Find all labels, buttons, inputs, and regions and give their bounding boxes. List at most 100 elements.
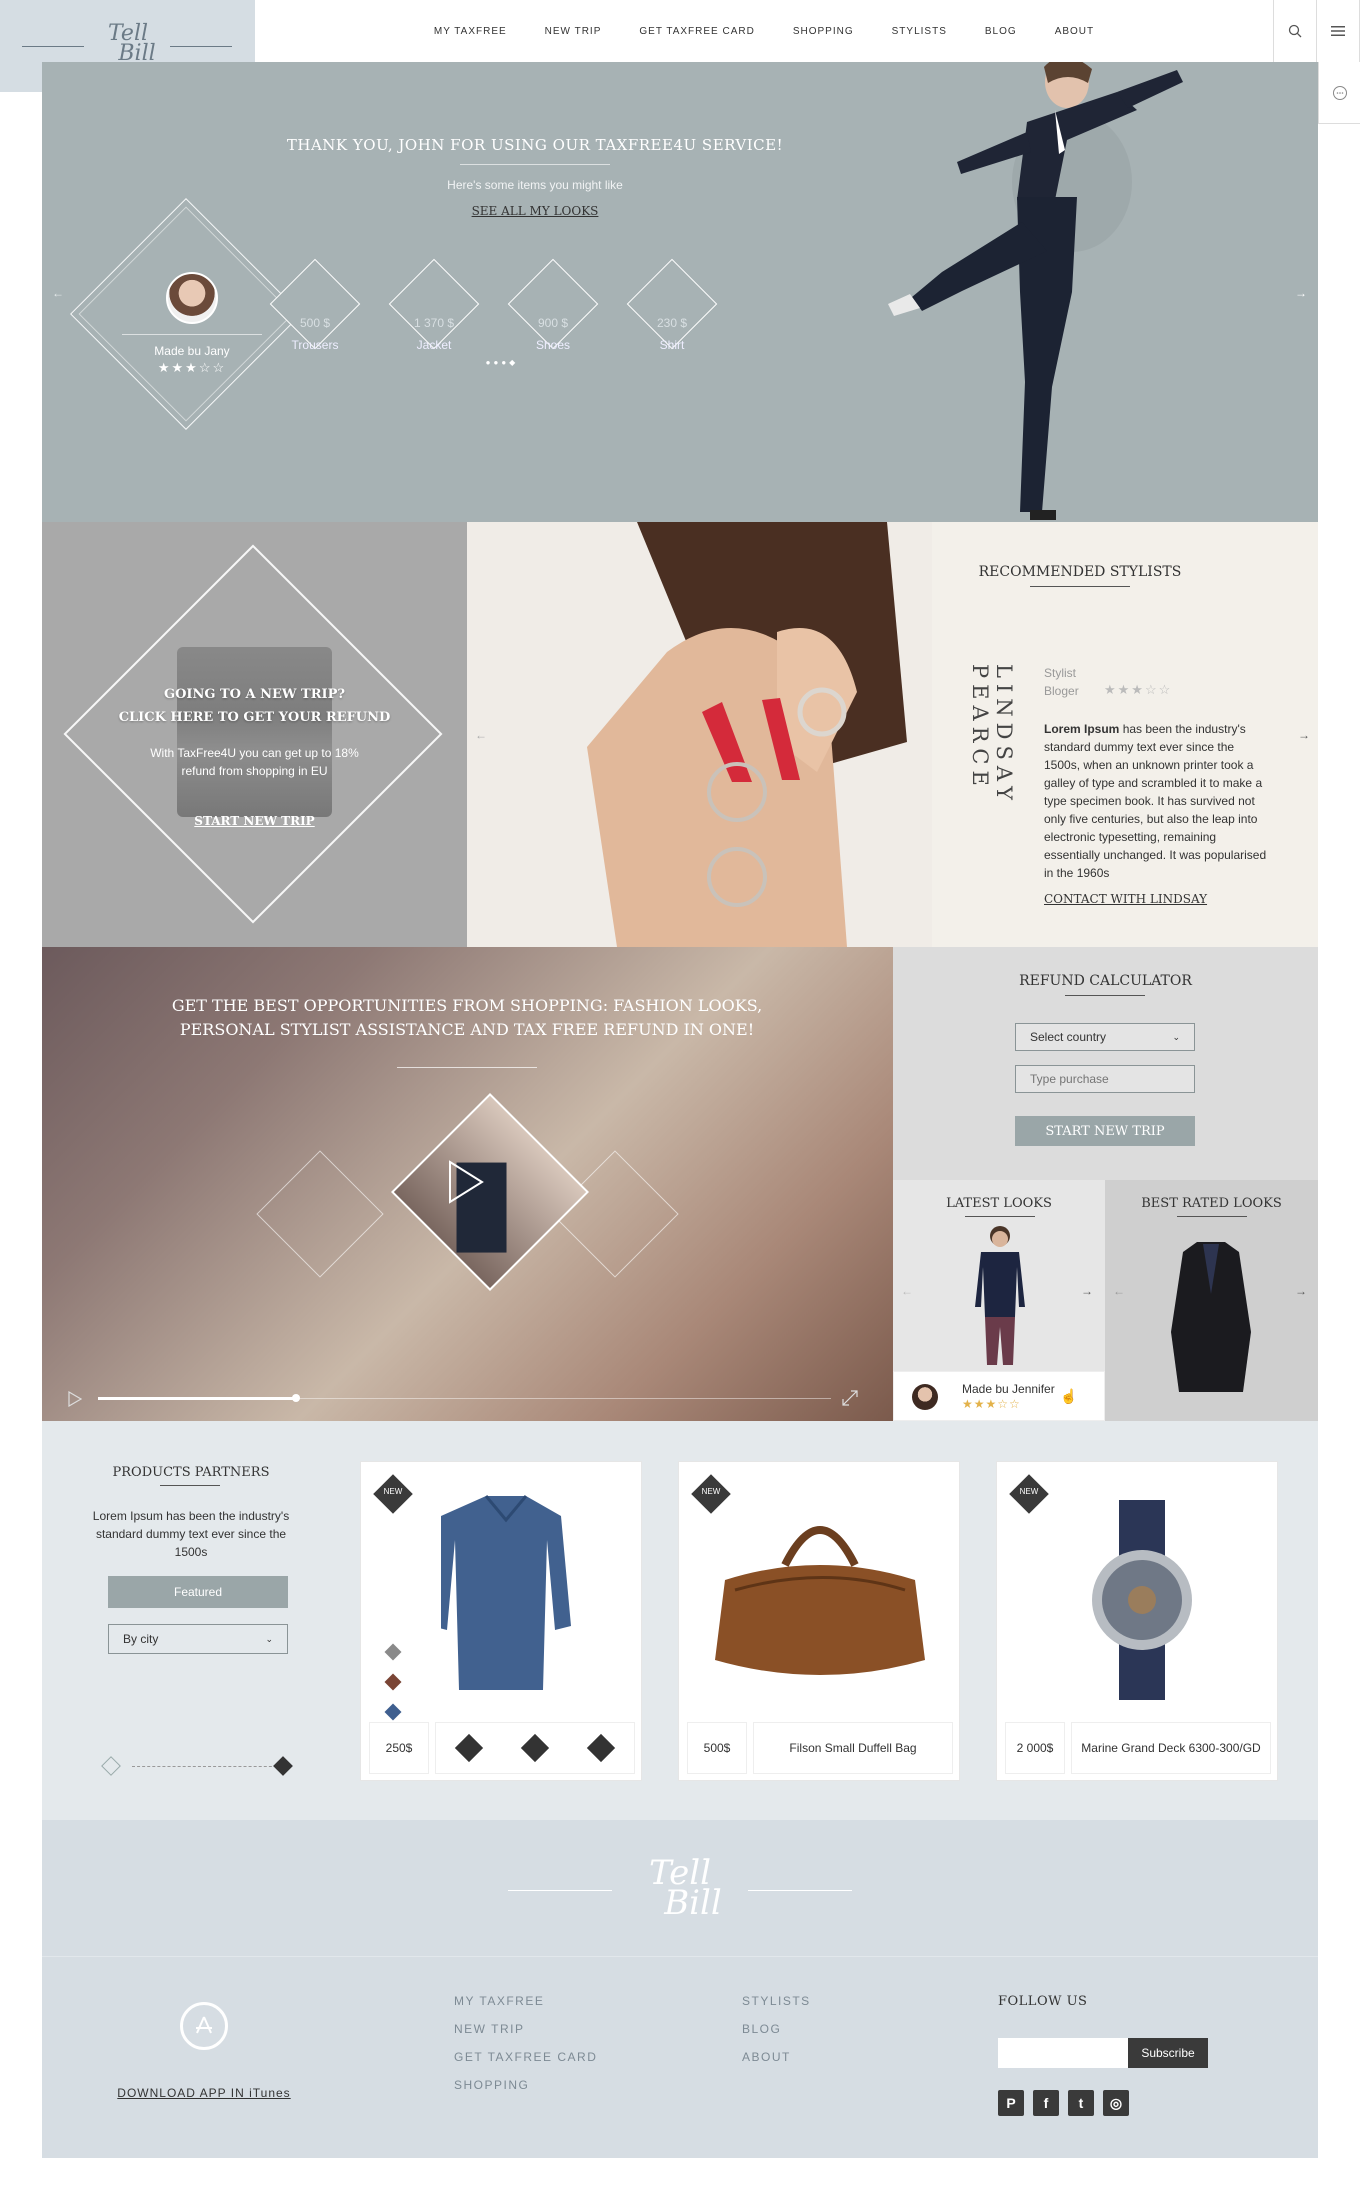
nav-new-trip[interactable]: NEW TRIP [545, 26, 602, 37]
color-swatch[interactable] [384, 1643, 402, 1661]
footer-link[interactable]: MY TAXFREE [454, 1994, 597, 2008]
small-play-icon[interactable] [68, 1391, 82, 1407]
hero-pagination-dots[interactable]: ●●●◆ [472, 358, 532, 367]
product-image [1005, 1470, 1269, 1710]
latest-prev-arrow[interactable]: ← [901, 1284, 913, 1298]
featured-button[interactable]: Featured [108, 1576, 288, 1608]
footer-link[interactable]: STYLISTS [742, 1994, 811, 2008]
chevron-down-icon: ⌄ [265, 1633, 273, 1644]
footer-link[interactable]: GET TAXFREE CARD [454, 2050, 597, 2064]
partners-prev-arrow[interactable] [101, 1756, 121, 1776]
subscribe-button[interactable]: Subscribe [1128, 2038, 1208, 2068]
cart-icon[interactable] [520, 1733, 550, 1763]
footer-link[interactable]: SHOPPING [454, 2078, 597, 2092]
nav-shopping[interactable]: SHOPPING [793, 26, 854, 37]
product-price: 250$ [369, 1722, 429, 1774]
main-nav: MY TAXFREE NEW TRIP GET TAXFREE CARD SHO… [255, 0, 1273, 62]
product-name: Marine Grand Deck 6300-300/GD [1071, 1722, 1271, 1774]
hero-next-arrow[interactable]: → [1295, 286, 1307, 300]
new-label: NEW [1019, 1487, 1039, 1496]
avatar [912, 1384, 938, 1410]
search-button[interactable] [1274, 0, 1317, 62]
country-select-value: Select country [1030, 1030, 1107, 1044]
start-trip-link[interactable]: START NEW TRIP [152, 814, 357, 828]
logo-word-2: Bill [664, 1883, 722, 1923]
stylist-next-arrow[interactable]: → [1298, 728, 1310, 742]
woman-illustration [587, 522, 907, 947]
hero-model-image [888, 62, 1183, 520]
ornament-divider [460, 164, 610, 165]
shirt-image [441, 1495, 571, 1690]
latest-heading: LATEST LOOKS [946, 1196, 1052, 1211]
video-scrubber[interactable] [291, 1394, 300, 1402]
logo-word-2: Bill [118, 41, 156, 66]
video-thumbnail[interactable] [391, 1093, 589, 1291]
see-all-looks-link[interactable]: SEE ALL MY LOOKS [422, 204, 648, 218]
city-select[interactable]: By city ⌄ [108, 1624, 288, 1654]
item-name: Trousers [291, 338, 339, 352]
product-card[interactable]: NEW 500$ Filson Small Duffell Bag [678, 1461, 960, 1781]
footer-link[interactable]: NEW TRIP [454, 2022, 597, 2036]
contact-stylist-link[interactable]: CONTACT WITH LINDSAY [1044, 892, 1207, 906]
partners-next-arrow[interactable] [273, 1756, 293, 1776]
new-label: NEW [383, 1487, 403, 1496]
facebook-icon[interactable]: f [1033, 2090, 1059, 2116]
app-store-glyph [196, 2016, 212, 2034]
twitter-icon[interactable]: t [1068, 2090, 1094, 2116]
footer-link[interactable]: BLOG [742, 2022, 811, 2036]
app-store-icon[interactable] [180, 2002, 228, 2050]
color-swatch[interactable] [384, 1673, 402, 1691]
nav-get-taxfree-card[interactable]: GET TAXFREE CARD [639, 26, 754, 37]
product-card[interactable]: NEW 250$ [360, 1461, 642, 1781]
item-price: 1 370 $ [413, 316, 455, 330]
logo-line-left [22, 46, 84, 47]
purchase-input[interactable] [1015, 1065, 1195, 1093]
new-trip-panel[interactable]: GOING TO A NEW TRIP? CLICK HERE TO GET Y… [42, 522, 467, 947]
instagram-icon[interactable]: ◎ [1103, 2090, 1129, 2116]
hero-prev-arrow[interactable]: ← [52, 286, 64, 300]
best-next-arrow[interactable]: → [1295, 1284, 1307, 1298]
promo-video[interactable]: GET THE BEST OPPORTUNITIES FROM SHOPPING… [42, 947, 893, 1421]
partners-heading: PRODUCTS PARTNERS [112, 1465, 270, 1480]
logo-line-right [170, 46, 232, 47]
best-prev-arrow[interactable]: ← [1113, 1284, 1125, 1298]
product-card[interactable]: NEW 2 000$ Marine Grand Deck 6300-300/GD [996, 1461, 1278, 1781]
play-icon[interactable] [446, 1159, 486, 1205]
nav-about[interactable]: ABOUT [1055, 26, 1094, 37]
pinterest-icon[interactable]: P [998, 2090, 1024, 2116]
profile-divider [122, 334, 262, 335]
ornament-divider [1030, 586, 1130, 587]
start-new-trip-button[interactable]: START NEW TRIP [1015, 1116, 1195, 1146]
latest-next-arrow[interactable]: → [1081, 1284, 1093, 1298]
best-heading: BEST RATED LOOKS [1141, 1196, 1282, 1211]
color-swatch[interactable] [384, 1703, 402, 1721]
social-icons: P f t ◎ [998, 2090, 1138, 2116]
footer-link[interactable]: ABOUT [742, 2050, 811, 2064]
avatar[interactable] [166, 272, 218, 324]
item-name: Jacket [416, 338, 452, 352]
fullscreen-icon[interactable] [842, 1390, 858, 1406]
item-name: Shirt [659, 338, 685, 352]
hamburger-icon [1331, 26, 1345, 36]
stylist-prev-arrow[interactable]: ← [475, 728, 487, 742]
country-select[interactable]: Select country ⌄ [1015, 1023, 1195, 1051]
footer-divider [42, 1956, 1318, 1957]
item-price: 900 $ [537, 316, 569, 330]
chat-button[interactable] [1318, 62, 1360, 124]
coat-image [1171, 1242, 1251, 1392]
footer-logo[interactable]: Tell Bill [632, 1856, 728, 1923]
nav-blog[interactable]: BLOG [985, 26, 1017, 37]
nav-my-taxfree[interactable]: MY TAXFREE [434, 26, 507, 37]
heart-icon[interactable] [454, 1733, 484, 1763]
share-icon[interactable] [586, 1733, 616, 1763]
video-title-2: PERSONAL STYLIST ASSISTANCE AND TAX FREE… [179, 1020, 755, 1039]
download-app-link[interactable]: DOWNLOAD APP IN iTunes [104, 2086, 304, 2100]
duffel-bag-image [715, 1526, 925, 1675]
subscribe-email-input[interactable] [998, 2038, 1128, 2068]
rating-stars: ★★★☆☆ [157, 360, 227, 375]
rating-stars: ★★★☆☆ [962, 1397, 1021, 1411]
stylist-name: LINDSAY PEARCE [968, 664, 1016, 807]
stylists-heading: RECOMMENDED STYLISTS [978, 564, 1182, 580]
nav-stylists[interactable]: STYLISTS [892, 26, 947, 37]
menu-button[interactable] [1317, 0, 1360, 62]
